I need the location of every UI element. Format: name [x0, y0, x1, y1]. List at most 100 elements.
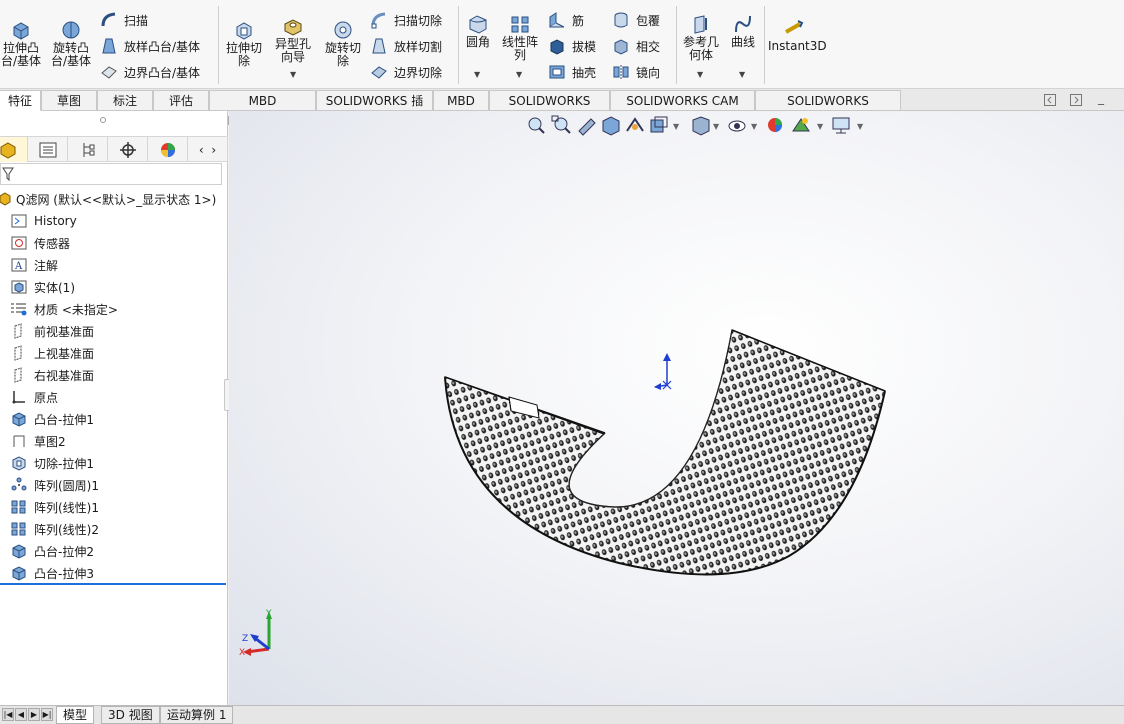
tab-solidworks-addins[interactable]: SOLIDWORKS 插件: [316, 90, 433, 128]
draft-button[interactable]: 拔模: [548, 36, 596, 56]
tab-mbd[interactable]: MBD: [433, 90, 489, 111]
tree-item[interactable]: 切除-拉伸1: [10, 453, 94, 473]
reference-geometry-dropdown-icon[interactable]: ▼: [697, 70, 703, 79]
tab-model[interactable]: 模型: [56, 706, 95, 724]
chevron-right-icon[interactable]: ›: [211, 143, 216, 157]
tab-solidworks-inspection[interactable]: SOLIDWORKS Inspection: [755, 90, 901, 128]
window-tile-left-icon[interactable]: [1044, 94, 1056, 109]
dimxpert-manager-tab[interactable]: [108, 137, 148, 162]
property-manager-tab[interactable]: [28, 137, 68, 162]
shell-icon: [549, 65, 565, 79]
tree-item-label: 右视基准面: [34, 368, 95, 383]
hole-wizard-button[interactable]: 异型孔 向导: [270, 16, 316, 64]
tree-item[interactable]: 实体(1): [10, 277, 75, 297]
history-icon: [10, 213, 28, 229]
tree-item-label: 原点: [34, 390, 59, 405]
filter-box[interactable]: [0, 163, 222, 185]
revolve-cut-button[interactable]: 旋转切 除: [320, 20, 366, 68]
extrude-boss-button[interactable]: 拉伸凸 台/基体: [0, 20, 42, 68]
sweep-cut-button[interactable]: 扫描切除: [370, 10, 442, 30]
plane-icon: [10, 323, 28, 339]
tree-item[interactable]: 原点: [10, 387, 58, 407]
tab-motion-study[interactable]: 运动算例 1: [160, 706, 234, 724]
configuration-manager-tab[interactable]: [68, 137, 108, 162]
sketch-icon: [10, 433, 28, 449]
sweep-button[interactable]: 扫描: [100, 10, 148, 30]
intersect-button[interactable]: 相交: [612, 36, 660, 56]
mirror-button[interactable]: 镜向: [612, 62, 660, 82]
tab-features[interactable]: 特征: [0, 90, 41, 111]
wrap-label: 包覆: [636, 13, 661, 28]
rib-button[interactable]: 筋: [548, 10, 584, 30]
tree-item[interactable]: 前视基准面: [10, 321, 94, 341]
svg-text:A: A: [14, 261, 23, 272]
tree-root-part[interactable]: Q滤网 (默认<<默认>_显示状态 1>): [0, 189, 216, 209]
boundary-cut-button[interactable]: 边界切除: [370, 62, 442, 82]
tab-evaluate[interactable]: 评估: [153, 90, 209, 111]
prev-tab-icon[interactable]: ◀: [15, 708, 27, 721]
graphics-viewport[interactable]: ▼ ▼ ▼ ▼ ▼ Y X Z: [229, 111, 1124, 705]
tree-item-label: 上视基准面: [34, 346, 95, 361]
tree-item[interactable]: 凸台-拉伸3: [10, 563, 94, 583]
tree-item[interactable]: 凸台-拉伸2: [10, 541, 94, 561]
boundary-boss-button[interactable]: 边界凸台/基体: [100, 62, 200, 82]
sweep-icon: [101, 12, 116, 27]
tab-sketch[interactable]: 草图: [41, 90, 97, 111]
linear-pattern-icon: [10, 521, 28, 537]
curves-button[interactable]: 曲线: [726, 14, 760, 49]
tree-item[interactable]: 草图2: [10, 431, 66, 451]
filter-screen-model[interactable]: Y X Z: [229, 111, 1124, 705]
tree-item[interactable]: History: [10, 211, 77, 231]
loft-boss-icon: [102, 38, 116, 54]
tree-item[interactable]: 材质 <未指定>: [10, 299, 118, 319]
draft-label: 拔模: [572, 39, 597, 54]
panel-grip-icon[interactable]: [100, 117, 106, 123]
tree-item-label: 阵列(线性)1: [34, 500, 99, 515]
hole-wizard-dropdown-icon[interactable]: ▼: [290, 70, 296, 79]
tree-item[interactable]: 阵列(线性)2: [10, 519, 99, 539]
tab-solidworks-cam-tbm[interactable]: SOLIDWORKS CAM TBM: [610, 90, 755, 128]
reference-geometry-button[interactable]: 参考几 何体: [680, 14, 722, 62]
linear-pattern-button[interactable]: 线性阵 列: [498, 14, 542, 62]
rollback-bar[interactable]: [0, 583, 226, 585]
feature-manager-tab[interactable]: [0, 137, 28, 162]
first-tab-icon[interactable]: |◀: [2, 708, 14, 721]
tree-item[interactable]: 上视基准面: [10, 343, 94, 363]
loft-boss-button[interactable]: 放样凸台/基体: [100, 36, 200, 56]
panel-tabs-scroll[interactable]: ‹ ›: [188, 137, 228, 162]
chevron-left-icon[interactable]: ‹: [199, 143, 204, 157]
tree-item[interactable]: 阵列(线性)1: [10, 497, 99, 517]
extrude-boss-label: 拉伸凸 台/基体: [0, 41, 42, 68]
revolve-boss-button[interactable]: 旋转凸 台/基体: [48, 20, 94, 68]
next-tab-icon[interactable]: ▶: [28, 708, 40, 721]
fillet-dropdown-icon[interactable]: ▼: [474, 70, 480, 79]
ribbon-separator: [218, 6, 219, 84]
wrap-button[interactable]: 包覆: [612, 10, 660, 30]
loft-cut-button[interactable]: 放样切割: [370, 36, 442, 56]
instant3d-button[interactable]: Instant3D: [768, 18, 827, 53]
tree-item[interactable]: A 注解: [10, 255, 58, 275]
minimize-icon[interactable]: _: [1098, 91, 1104, 105]
tree-item-label: 材质 <未指定>: [34, 302, 118, 317]
extrude-cut-button[interactable]: 拉伸切 除: [222, 20, 266, 68]
boundary-boss-label: 边界凸台/基体: [124, 65, 201, 80]
shell-button[interactable]: 抽壳: [548, 62, 596, 82]
tree-item[interactable]: 右视基准面: [10, 365, 94, 385]
tree-item[interactable]: 凸台-拉伸1: [10, 409, 94, 429]
display-manager-tab[interactable]: [148, 137, 188, 162]
sweep-cut-label: 扫描切除: [394, 13, 443, 28]
tree-item[interactable]: 传感器: [10, 233, 70, 253]
mirror-label: 镜向: [636, 65, 661, 80]
curves-dropdown-icon[interactable]: ▼: [739, 70, 745, 79]
command-tabs: 特征 草图 标注 评估 MBD Dimensions SOLIDWORKS 插件…: [0, 89, 1124, 128]
window-tile-right-icon[interactable]: [1070, 94, 1082, 109]
pattern-dropdown-icon[interactable]: ▼: [516, 70, 522, 79]
last-tab-icon[interactable]: ▶|: [41, 708, 53, 721]
tab-markup[interactable]: 标注: [97, 90, 153, 111]
tab-solidworks-cam[interactable]: SOLIDWORKS CAM: [489, 90, 610, 128]
fillet-button[interactable]: 圆角: [462, 14, 494, 49]
tree-item[interactable]: 阵列(圆周)1: [10, 475, 99, 495]
tab-3d-view[interactable]: 3D 视图: [101, 706, 160, 724]
tab-mbd-dimensions[interactable]: MBD Dimensions: [209, 90, 316, 128]
screen-surface[interactable]: [444, 329, 886, 576]
